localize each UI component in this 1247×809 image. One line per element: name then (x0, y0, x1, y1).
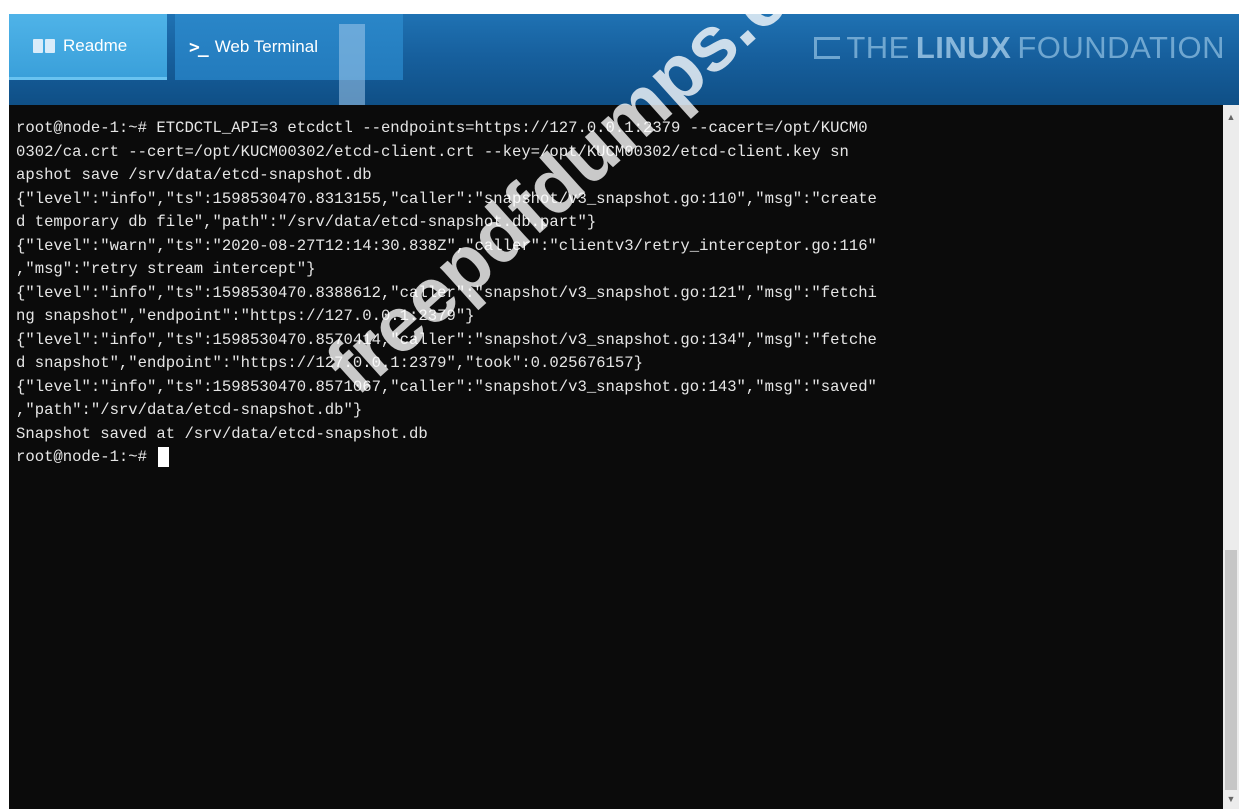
terminal-line: {"level":"info","ts":1598530470.8313155,… (16, 189, 877, 208)
terminal-line: {"level":"warn","ts":"2020-08-27T12:14:3… (16, 236, 877, 255)
terminal-line: apshot save /srv/data/etcd-snapshot.db (16, 166, 372, 184)
terminal-line: ,"path":"/srv/data/etcd-snapshot.db"} (16, 401, 363, 419)
terminal-scrollbar[interactable]: ▲ ▼ (1223, 105, 1239, 809)
scroll-up-arrow-icon[interactable]: ▲ (1223, 109, 1239, 125)
terminal-line: Snapshot saved at /srv/data/etcd-snapsho… (16, 424, 428, 443)
brand-prefix: THE (846, 30, 910, 65)
tab-web-terminal-label: Web Terminal (214, 37, 318, 56)
terminal-line: {"level":"info","ts":1598530470.8571067,… (16, 377, 877, 396)
terminal-line: {"level":"info","ts":1598530470.8388612,… (16, 283, 877, 302)
terminal-icon: >_ (189, 36, 209, 58)
terminal-prompt-line[interactable]: root@node-1:~# (16, 446, 1223, 470)
terminal-line: ,"msg":"retry stream intercept"} (16, 260, 316, 278)
terminal-output[interactable]: root@node-1:~# ETCDCTL_API=3 etcdctl --e… (9, 105, 1223, 809)
top-bar: Readme >_ Web Terminal THE LINUX FOUNDATIO… (9, 14, 1239, 134)
terminal-line: 0302/ca.crt --cert=/opt/KUCM00302/etcd-c… (16, 142, 849, 161)
terminal-line: d snapshot","endpoint":"https://127.0.0.… (16, 354, 643, 372)
scrollbar-thumb[interactable] (1225, 550, 1237, 790)
brand-strong: LINUX (915, 30, 1012, 65)
tab-readme-label: Readme (63, 35, 128, 55)
app-window: Readme >_ Web Terminal THE LINUX FOUNDATIO… (9, 14, 1239, 809)
terminal-line: d temporary db file","path":"/srv/data/e… (16, 213, 597, 231)
terminal-line: ng snapshot","endpoint":"https://127.0.0… (16, 307, 475, 325)
terminal-cursor (158, 446, 170, 467)
tab-readme[interactable]: Readme (9, 14, 167, 80)
book-icon (33, 38, 55, 53)
terminal-prompt: root@node-1:~# (16, 448, 157, 466)
linux-foundation-logo: THE LINUX FOUNDATION (814, 30, 1225, 66)
terminal-line: {"level":"info","ts":1598530470.8570414,… (16, 330, 877, 349)
scroll-down-arrow-icon[interactable]: ▼ (1223, 791, 1239, 807)
foundation-logo-icon (814, 37, 841, 59)
brand-suffix: FOUNDATION (1017, 30, 1225, 65)
terminal-line: root@node-1:~# ETCDCTL_API=3 etcdctl --e… (16, 119, 868, 137)
